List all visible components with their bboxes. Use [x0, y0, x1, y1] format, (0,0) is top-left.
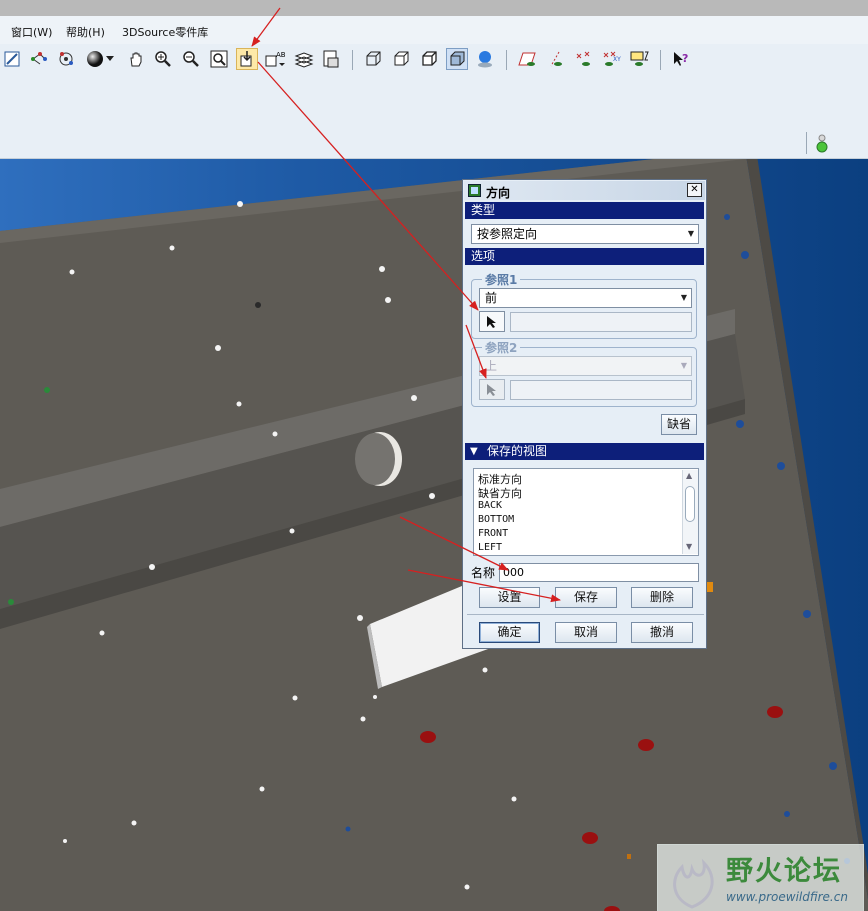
cancel-button[interactable]: 取消 — [555, 622, 617, 643]
datum-planes-icon[interactable] — [516, 48, 538, 70]
view-manager-icon[interactable] — [320, 48, 342, 70]
set-button[interactable]: 设置 — [479, 587, 540, 608]
toolbar-separator — [352, 50, 353, 70]
reference1-select[interactable]: 前 ▼ — [479, 288, 692, 308]
datum-points-icon[interactable] — [572, 48, 594, 70]
zoom-out-icon[interactable] — [180, 48, 202, 70]
forum-watermark: 野火论坛 www.proewildfire.cn — [657, 844, 864, 911]
refit-icon[interactable] — [208, 48, 230, 70]
scroll-up-icon[interactable]: ▲ — [686, 471, 692, 480]
toolbar-separator — [506, 50, 507, 70]
type-section-header: 类型 — [465, 202, 704, 219]
hidden-line-icon[interactable] — [390, 48, 412, 70]
chevron-down-icon[interactable] — [104, 48, 116, 70]
no-hidden-icon[interactable] — [418, 48, 440, 70]
watermark-url: www.proewildfire.cn — [726, 890, 848, 904]
type-select-value: 按参照定向 — [477, 227, 538, 241]
pan-icon[interactable] — [125, 48, 147, 70]
default-button[interactable]: 缺省 — [661, 414, 697, 435]
secondary-toolbar-area — [0, 76, 868, 159]
menu-help[interactable]: 帮助(H) — [66, 24, 105, 40]
menu-window[interactable]: 窗口(W) — [11, 24, 52, 40]
shading-icon[interactable] — [84, 48, 106, 70]
close-button[interactable]: ✕ — [687, 183, 702, 197]
list-item[interactable]: BACK — [478, 500, 502, 511]
list-item[interactable]: 缺省方向 — [478, 485, 522, 501]
model-graphics — [0, 159, 868, 911]
chevron-down-icon: ▼ — [680, 361, 687, 370]
flame-logo-icon — [673, 858, 714, 909]
whats-this-icon[interactable]: ? — [670, 48, 692, 70]
saved-views-section-header[interactable]: ▼ 保存的视图 — [465, 443, 704, 460]
chevron-down-icon: ▼ — [680, 293, 687, 302]
orientation-dialog: 方向 ✕ 类型 按参照定向 ▼ 选项 参照1 前 ▼ 参照2 上 ▼ 缺省 ▼ … — [462, 179, 707, 649]
menu-3dsource[interactable]: 3DSource零件库 — [122, 24, 208, 40]
type-select[interactable]: 按参照定向 ▼ — [471, 224, 699, 244]
list-item[interactable]: LEFT — [478, 542, 502, 553]
dialog-divider — [467, 614, 704, 615]
dialog-titlebar[interactable]: 方向 ✕ — [464, 181, 705, 200]
model-viewport[interactable]: 野火论坛 www.proewildfire.cn — [0, 159, 868, 911]
scroll-thumb[interactable] — [685, 486, 695, 522]
scroll-down-icon[interactable]: ▼ — [686, 542, 692, 551]
delete-button[interactable]: 删除 — [631, 587, 693, 608]
list-item[interactable]: BOTTOM — [478, 514, 514, 525]
reference2-pick-button[interactable] — [479, 379, 505, 400]
collapse-triangle-icon: ▼ — [470, 446, 478, 457]
status-light-icon — [816, 134, 828, 157]
saved-views-icon[interactable]: AB — [265, 48, 287, 70]
chevron-down-icon: ▼ — [687, 229, 694, 238]
enhanced-realism-icon[interactable] — [474, 48, 496, 70]
window-top-strip — [0, 0, 868, 16]
cursor-arrow-icon — [487, 315, 496, 328]
svg-text:XY: XY — [613, 56, 621, 63]
datum-axes-icon[interactable] — [544, 48, 566, 70]
spin-center-icon[interactable] — [55, 48, 77, 70]
annotations-icon[interactable] — [628, 48, 650, 70]
dialog-app-icon — [468, 184, 481, 200]
svg-text:AB: AB — [276, 51, 286, 59]
toolbar-separator — [660, 50, 661, 70]
watermark-brand: 野火论坛 — [726, 856, 842, 887]
layers-icon[interactable] — [293, 48, 315, 70]
wireframe-icon[interactable] — [362, 48, 384, 70]
repaint-icon[interactable] — [1, 48, 23, 70]
reference2-value: 上 — [485, 359, 498, 373]
reference1-collector-field[interactable] — [510, 312, 692, 332]
name-input[interactable]: 000 — [499, 563, 699, 582]
reference2-label: 参照2 — [482, 339, 521, 356]
toolbar-separator — [806, 132, 807, 154]
shaded-icon[interactable] — [446, 48, 468, 70]
reference1-value: 前 — [485, 291, 498, 305]
svg-text:?: ? — [682, 52, 688, 65]
reference1-pick-button[interactable] — [479, 311, 505, 332]
reference1-label: 参照1 — [482, 271, 521, 288]
coord-sys-icon[interactable]: XY — [600, 48, 622, 70]
main-toolbar: AB XY ? — [0, 44, 868, 76]
cursor-arrow-icon — [487, 383, 496, 396]
save-button[interactable]: 保存 — [555, 587, 617, 608]
dialog-title: 方向 — [486, 186, 511, 200]
name-label: 名称 — [471, 566, 496, 580]
ok-button[interactable]: 确定 — [479, 622, 540, 643]
zoom-in-icon[interactable] — [152, 48, 174, 70]
options-section-header: 选项 — [465, 248, 704, 265]
list-item[interactable]: FRONT — [478, 528, 508, 539]
reference2-collector-field[interactable] — [510, 380, 692, 400]
saved-views-title: 保存的视图 — [487, 444, 548, 458]
menu-bar: 窗口(W) 帮助(H) 3DSource零件库 — [0, 16, 868, 45]
datum-display-icon[interactable] — [28, 48, 50, 70]
list-scrollbar[interactable]: ▲ ▼ — [682, 470, 698, 554]
saved-views-list[interactable]: 标准方向 缺省方向 BACK BOTTOM FRONT LEFT ▲ ▼ — [473, 468, 699, 556]
reference2-select[interactable]: 上 ▼ — [479, 356, 692, 376]
undo-button[interactable]: 撤消 — [631, 622, 693, 643]
reorient-icon[interactable] — [236, 48, 258, 70]
